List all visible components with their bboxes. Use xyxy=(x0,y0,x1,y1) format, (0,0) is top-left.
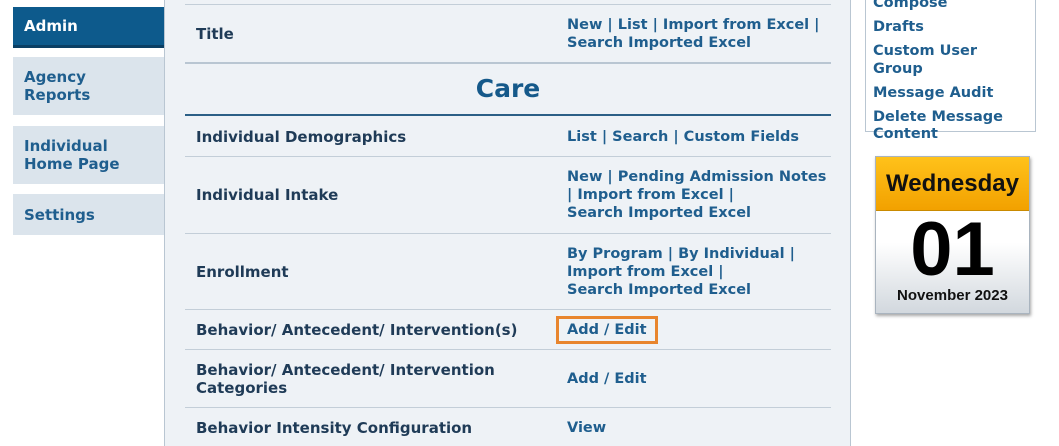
table-row-behavior-interventions: Behavior/ Antecedent/ Intervention(s) Ad… xyxy=(185,310,831,350)
drafts-link[interactable]: Drafts xyxy=(873,19,1028,37)
custom-user-group-link[interactable]: Custom User Group xyxy=(873,43,1028,78)
calendar-weekday: Wednesday xyxy=(876,157,1029,211)
add-edit-link-highlighted[interactable]: Add / Edit xyxy=(556,315,658,344)
action-links[interactable]: New | List | Import from Excel | xyxy=(567,16,819,34)
delete-message-content-link[interactable]: Delete Message Content xyxy=(873,109,1003,144)
action-links[interactable]: | Import from Excel | xyxy=(567,186,826,204)
row-name: Behavior/ Antecedent/ Intervention Categ… xyxy=(196,360,495,397)
table-row-title: Title New | List | Import from Excel | S… xyxy=(185,5,831,64)
row-name: Title xyxy=(196,24,234,43)
nav-item-settings[interactable]: Settings xyxy=(13,194,164,235)
nav-item-label: Agency Reports xyxy=(24,68,91,104)
row-actions: New | List | Import from Excel | Search … xyxy=(567,5,829,62)
table-row-individual-demographics: Individual Demographics List | Search | … xyxy=(185,117,831,157)
admin-panel: Title New | List | Import from Excel | S… xyxy=(164,0,851,446)
row-actions: List | Search | Custom Fields xyxy=(567,117,829,156)
calendar-day: 01 xyxy=(910,207,995,292)
row-name: Individual Demographics xyxy=(196,127,407,146)
nav-item-label: Individual Home Page xyxy=(24,137,120,173)
nav-item-label: Settings xyxy=(24,205,95,224)
row-name: Individual Intake xyxy=(196,186,339,204)
row-name: Enrollment xyxy=(196,262,289,281)
message-audit-link[interactable]: Message Audit xyxy=(873,85,1028,103)
row-name: Behavior/ Antecedent/ Intervention(s) xyxy=(196,320,518,339)
row-name: Behavior Intensity Configuration xyxy=(196,419,473,437)
action-links[interactable]: List | Search | Custom Fields xyxy=(567,128,799,146)
nav-item-individual-home-page[interactable]: Individual Home Page xyxy=(13,126,164,184)
compose-link[interactable]: Compose xyxy=(873,0,1028,13)
action-links[interactable]: New | Pending Admission Notes xyxy=(567,168,826,186)
action-links[interactable]: Search Imported Excel xyxy=(567,204,826,222)
add-edit-link[interactable]: Add / Edit xyxy=(567,370,647,388)
row-actions: By Program | By Individual | Import from… xyxy=(567,234,829,309)
table-row-individual-intake: Individual Intake New | Pending Admissio… xyxy=(185,157,831,234)
messages-box: Compose Drafts Custom User Group Message… xyxy=(865,0,1036,142)
action-links[interactable]: Import from Excel | xyxy=(567,263,795,281)
row-actions: New | Pending Admission Notes | Import f… xyxy=(567,157,829,233)
table-row-behavior-intensity: Behavior Intensity Configuration View xyxy=(185,408,831,446)
row-actions: Add / Edit xyxy=(556,310,829,349)
section-title: Care xyxy=(185,64,831,116)
calendar-widget: Wednesday 01 November 2023 xyxy=(875,156,1030,314)
table-row-enrollment: Enrollment By Program | By Individual | … xyxy=(185,234,831,310)
row-actions: Add / Edit xyxy=(567,350,829,407)
action-links[interactable]: Search Imported Excel xyxy=(567,281,795,299)
action-links[interactable]: Search Imported Excel xyxy=(567,34,819,52)
nav-item-label: Admin xyxy=(24,17,78,35)
row-actions: View xyxy=(567,408,829,446)
calendar-month-year: November 2023 xyxy=(897,287,1008,304)
table-row-behavior-categories: Behavior/ Antecedent/ Intervention Categ… xyxy=(185,350,831,408)
nav-item-admin[interactable]: Admin xyxy=(13,7,164,48)
action-links[interactable]: By Program | By Individual | xyxy=(567,245,795,263)
nav-item-agency-reports[interactable]: Agency Reports xyxy=(13,57,164,115)
view-link[interactable]: View xyxy=(567,419,606,437)
